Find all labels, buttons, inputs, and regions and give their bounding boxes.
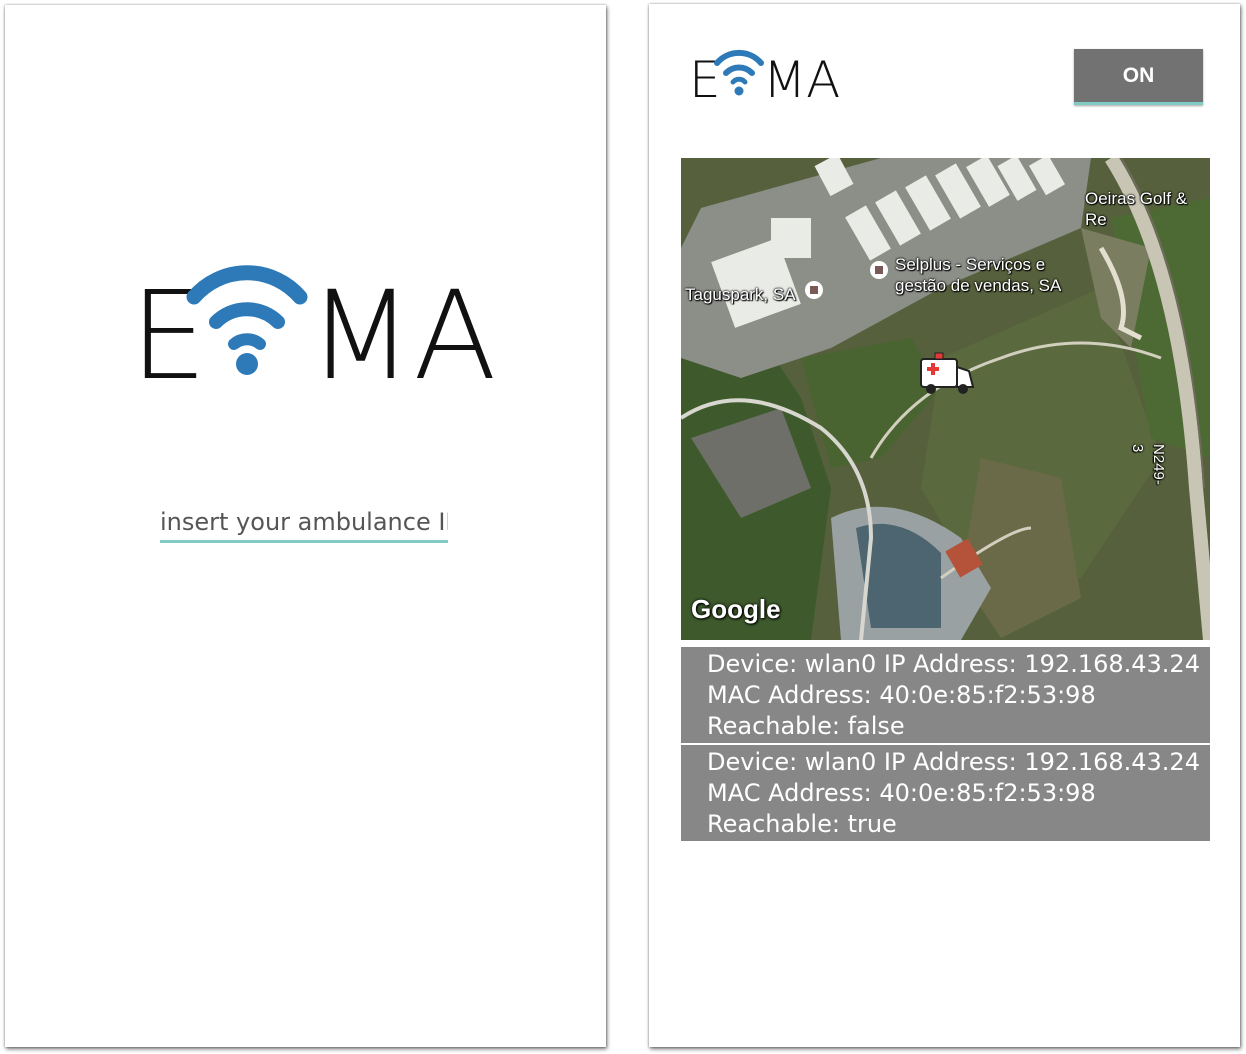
device-ip-text: Device: wlan0 IP Address: 192.168.43.24 <box>707 650 1200 678</box>
login-screen: E MA <box>5 5 606 1047</box>
wifi-icon <box>714 49 764 96</box>
ambulance-id-input[interactable] <box>160 503 448 543</box>
device-list-item[interactable]: Device: wlan0 IP Address: 192.168.43.24 … <box>681 647 1210 743</box>
device-reachable-text: Reachable: false <box>707 712 905 740</box>
map-screen: E MA ON Oeiras Golf & Re Selplus - Servi… <box>649 4 1240 1047</box>
map-label-selplus: Selplus - Serviços e gestão de vendas, S… <box>895 255 1062 295</box>
logo-letters-ma: MA <box>763 51 840 109</box>
device-reachable-text: Reachable: true <box>707 810 897 838</box>
device-ip-text: Device: wlan0 IP Address: 192.168.43.24 <box>707 748 1200 776</box>
map-attribution: Google <box>691 594 781 624</box>
logo-letters-ma: MA <box>308 265 497 407</box>
device-mac-text: MAC Address: 40:0e:85:f2:53:98 <box>707 779 1096 807</box>
logo-letter-e: E <box>689 51 721 109</box>
map-imagery <box>681 158 1210 640</box>
map-label-road: N249-3 <box>1129 444 1167 485</box>
poi-marker-selplus[interactable] <box>870 261 888 279</box>
on-toggle-button[interactable]: ON <box>1074 49 1203 105</box>
map-label-taguspark: Taguspark, SA <box>685 285 796 304</box>
device-mac-text: MAC Address: 40:0e:85:f2:53:98 <box>707 681 1096 709</box>
app-logo: E MA <box>689 49 840 109</box>
wifi-icon <box>186 265 308 375</box>
device-list-item[interactable]: Device: wlan0 IP Address: 192.168.43.24 … <box>681 745 1210 841</box>
map-label-golf: Oeiras Golf & Re <box>1085 189 1188 229</box>
satellite-map[interactable]: Oeiras Golf & Re Selplus - Serviços e ge… <box>681 158 1210 640</box>
poi-marker-taguspark[interactable] <box>805 281 823 299</box>
app-logo: E MA <box>130 265 497 407</box>
